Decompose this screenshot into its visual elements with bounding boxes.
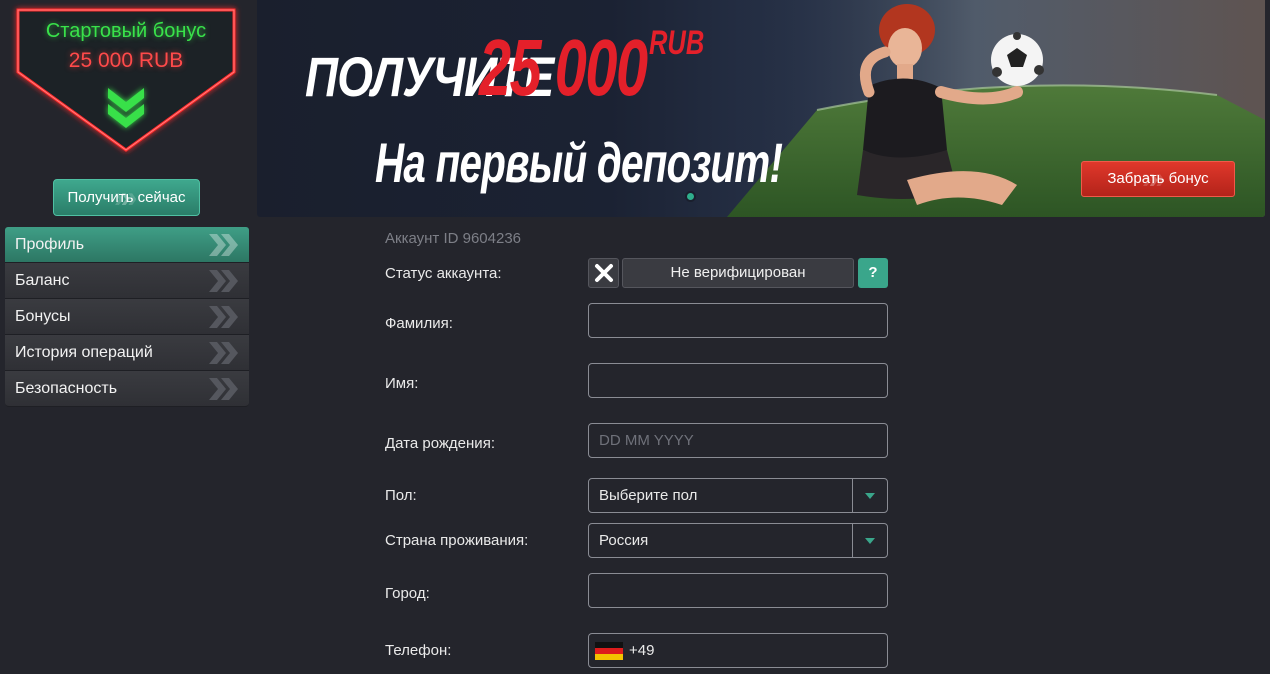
double-chevron-right-icon — [209, 263, 239, 299]
country-label: Страна проживания: — [385, 532, 529, 549]
gender-select-value: Выберите пол — [599, 487, 698, 504]
account-sidebar: Профиль Баланс Бонусы История операций Б… — [5, 227, 249, 407]
germany-flag-icon[interactable] — [595, 642, 623, 660]
banner-amount: 25 000 — [479, 23, 648, 112]
account-status-label: Статус аккаунта: — [385, 265, 502, 282]
sidebar-item-security[interactable]: Безопасность — [5, 371, 249, 407]
claim-bonus-label: Забрать бонус — [1107, 170, 1209, 187]
bonus-title: Стартовый бонус — [45, 20, 207, 42]
carousel-indicator[interactable] — [685, 191, 696, 202]
get-bonus-now-button[interactable]: »» Получить сейчас — [53, 179, 200, 216]
sidebar-item-label: Бонусы — [15, 308, 71, 325]
sidebar-item-history[interactable]: История операций — [5, 335, 249, 371]
double-chevron-right-icon — [209, 299, 239, 335]
first-name-label: Имя: — [385, 375, 419, 392]
banner-currency: RUB — [649, 24, 705, 62]
birth-date-input[interactable] — [588, 423, 888, 458]
birth-date-label: Дата рождения: — [385, 435, 495, 452]
double-chevron-right-icon — [209, 227, 239, 263]
double-chevron-right-icon — [209, 371, 239, 407]
sidebar-item-profile[interactable]: Профиль — [5, 227, 249, 263]
status-help-button[interactable]: ? — [858, 258, 888, 288]
sidebar-item-balance[interactable]: Баланс — [5, 263, 249, 299]
phone-label: Телефон: — [385, 642, 452, 659]
sidebar-item-label: Баланс — [15, 272, 70, 289]
sidebar-item-label: История операций — [15, 344, 153, 361]
claim-bonus-button[interactable]: »» Забрать бонус — [1081, 161, 1235, 197]
account-id: Аккаунт ID 9604236 — [385, 230, 522, 247]
get-bonus-now-label: Получить сейчас — [67, 189, 186, 206]
city-input[interactable] — [588, 573, 888, 608]
dropdown-caret-icon[interactable] — [852, 479, 887, 512]
first-name-input[interactable] — [588, 363, 888, 398]
double-chevron-right-icon — [209, 335, 239, 371]
bonus-amount: 25 000 RUB — [68, 49, 184, 72]
promo-banner[interactable]: ПОЛУЧИТЕ 25 000 RUB На первый депозит! »… — [257, 0, 1265, 217]
phone-input[interactable]: +49 — [588, 633, 888, 668]
gender-label: Пол: — [385, 487, 417, 504]
gender-select[interactable]: Выберите пол — [588, 478, 888, 513]
surname-input[interactable] — [588, 303, 888, 338]
dropdown-caret-icon[interactable] — [852, 524, 887, 557]
sidebar-item-label: Безопасность — [15, 380, 118, 397]
city-label: Город: — [385, 585, 430, 602]
unverified-cross-icon — [588, 258, 619, 288]
country-select[interactable]: Россия — [588, 523, 888, 558]
sidebar-item-bonuses[interactable]: Бонусы — [5, 299, 249, 335]
country-select-value: Россия — [599, 532, 649, 549]
surname-label: Фамилия: — [385, 315, 453, 332]
phone-country-code: +49 — [629, 642, 655, 659]
banner-subheadline: На первый депозит! — [375, 131, 783, 194]
starter-bonus-badge: Стартовый бонус 25 000 RUB — [0, 0, 252, 170]
verification-status-badge: Не верифицирован — [622, 258, 854, 288]
sidebar-item-label: Профиль — [15, 236, 85, 253]
